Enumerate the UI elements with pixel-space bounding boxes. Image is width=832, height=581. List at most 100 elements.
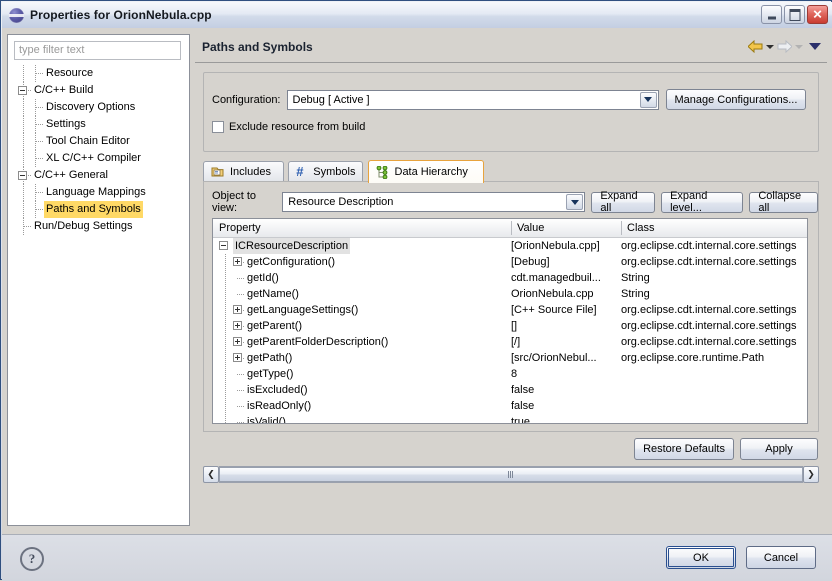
cell-property: getName() xyxy=(213,286,511,302)
help-question-icon[interactable]: ? xyxy=(20,547,44,571)
row-expand-icon[interactable] xyxy=(233,257,242,266)
tree-gutter xyxy=(12,116,44,133)
row-expand-icon[interactable] xyxy=(233,353,242,362)
cell-class: org.eclipse.cdt.internal.core.settings xyxy=(621,256,797,268)
row-expand-icon[interactable] xyxy=(233,321,242,330)
minimize-button[interactable] xyxy=(761,5,782,24)
configuration-group: Configuration: Debug [ Active ] Manage C… xyxy=(203,72,819,152)
horizontal-scrollbar[interactable]: ❮ ❯ xyxy=(203,466,819,483)
column-header-value[interactable]: Value xyxy=(511,219,621,237)
object-to-view-combo[interactable]: Resource Description xyxy=(282,192,586,212)
table-row[interactable]: ICResourceDescription [OrionNebula.cpp] or… xyxy=(213,238,807,254)
eclipse-sphere-icon xyxy=(9,7,24,23)
scroll-left-icon[interactable]: ❮ xyxy=(203,466,219,483)
sidebar-item-resource[interactable]: Resource xyxy=(12,65,188,82)
tree-collapse-icon[interactable] xyxy=(18,86,27,95)
property-label: getParentFolderDescription() xyxy=(247,336,389,348)
dialog-footer: ? OK Cancel xyxy=(2,534,832,581)
sidebar-item-label: XL C/C++ Compiler xyxy=(46,152,141,164)
scrollbar-thumb[interactable] xyxy=(219,467,803,482)
filter-input[interactable]: type filter text xyxy=(14,41,181,60)
collapse-all-button[interactable]: Collapse all xyxy=(749,190,818,214)
sidebar-item-discovery-options[interactable]: Discovery Options xyxy=(12,99,188,116)
tree-gutter xyxy=(12,65,44,82)
configuration-row: Configuration: Debug [ Active ] Manage C… xyxy=(212,89,807,110)
sidebar-item-label: Resource xyxy=(46,67,94,79)
cell-value: cdt.managedbuil... xyxy=(511,272,601,284)
configuration-combo[interactable]: Debug [ Active ] xyxy=(286,89,659,110)
configuration-value: Debug [ Active ] xyxy=(292,93,370,106)
cell-property: getParentFolderDescription() xyxy=(213,334,511,350)
back-history-caret-icon[interactable] xyxy=(766,44,774,49)
restore-defaults-button[interactable]: Restore Defaults xyxy=(634,438,734,460)
sidebar-item-run-debug-settings[interactable]: Run/Debug Settings xyxy=(12,218,188,235)
cancel-button[interactable]: Cancel xyxy=(746,546,816,569)
row-collapse-icon[interactable] xyxy=(219,241,228,250)
table-row[interactable]: getType() 8 xyxy=(213,366,807,382)
object-to-view-value: Resource Description xyxy=(288,196,394,208)
scroll-right-icon[interactable]: ❯ xyxy=(803,466,819,483)
scrollbar-track[interactable] xyxy=(219,466,803,483)
sidebar-item-settings[interactable]: Settings xyxy=(12,116,188,133)
table-row[interactable]: getConfiguration() [Debug] org.eclipse.cdt… xyxy=(213,254,807,270)
tree-gutter xyxy=(12,201,44,218)
tree-gutter xyxy=(12,133,44,150)
table-row[interactable]: getParentFolderDescription() [/] org.eclip… xyxy=(213,334,807,350)
column-header-property[interactable]: Property xyxy=(213,219,511,237)
maximize-button[interactable] xyxy=(784,5,805,24)
page-action-buttons: Restore Defaults Apply xyxy=(634,438,818,460)
sidebar-item-label: Paths and Symbols xyxy=(44,201,143,218)
sidebar-item-c-c-general[interactable]: C/C++ General xyxy=(12,167,188,184)
hash-symbols-icon: # xyxy=(296,164,304,179)
cell-value: 8 xyxy=(511,368,518,380)
table-row[interactable]: getId() cdt.managedbuil... String xyxy=(213,270,807,286)
tree-gutter xyxy=(213,254,247,270)
data-hierarchy-panel: Object to view: Resource Description Exp… xyxy=(203,181,819,432)
sidebar-item-language-mappings[interactable]: Language Mappings xyxy=(12,184,188,201)
dialog-body: type filter text Resource C/C++ Build Disc… xyxy=(2,28,832,534)
table-row[interactable]: getName() OrionNebula.cpp String xyxy=(213,286,807,302)
back-arrow-icon[interactable] xyxy=(748,40,763,53)
row-expand-icon[interactable] xyxy=(233,305,242,314)
cell-class: org.eclipse.cdt.internal.core.settings xyxy=(621,240,797,252)
tab-includes[interactable]: Includes xyxy=(203,161,285,182)
sidebar-item-xl-c-c-compiler[interactable]: XL C/C++ Compiler xyxy=(12,150,188,167)
table-row[interactable]: getParent() [] org.eclipse.cdt.internal.co… xyxy=(213,318,807,334)
tab-data-hierarchy[interactable]: Data Hierarchy xyxy=(367,160,485,183)
table-row[interactable]: isReadOnly() false xyxy=(213,398,807,414)
close-button[interactable]: ✕ xyxy=(807,5,828,24)
sidebar-item-label: Language Mappings xyxy=(46,186,146,198)
tab-symbols[interactable]: # Symbols xyxy=(288,161,364,182)
cell-property: ICResourceDescription xyxy=(213,238,511,254)
sidebar-item-label: C/C++ General xyxy=(34,169,108,181)
cell-property: isReadOnly() xyxy=(213,398,511,414)
chevron-down-icon[interactable] xyxy=(566,194,584,210)
tree-gutter xyxy=(213,270,247,286)
cell-value: false xyxy=(511,400,535,412)
expand-level-button[interactable]: Expand level... xyxy=(661,190,744,214)
cell-value: [Debug] xyxy=(511,256,550,268)
exclude-resource-checkbox[interactable] xyxy=(212,121,224,133)
chevron-down-icon[interactable] xyxy=(639,91,657,108)
cell-value: OrionNebula.cpp xyxy=(511,288,594,300)
row-expand-icon[interactable] xyxy=(233,337,242,346)
column-header-class[interactable]: Class xyxy=(621,219,807,237)
property-label: getConfiguration() xyxy=(247,256,336,268)
table-row[interactable]: isValid() true xyxy=(213,414,807,423)
view-menu-caret-icon[interactable] xyxy=(809,43,821,50)
table-row[interactable]: getLanguageSettings() [C++ Source File] or… xyxy=(213,302,807,318)
ok-button[interactable]: OK xyxy=(666,546,736,569)
exclude-resource-row[interactable]: Exclude resource from build xyxy=(212,121,365,133)
expand-all-button[interactable]: Expand all xyxy=(591,190,656,214)
tree-collapse-icon[interactable] xyxy=(18,171,27,180)
sidebar-item-c-c-build[interactable]: C/C++ Build xyxy=(12,82,188,99)
table-row[interactable]: getPath() [src/OrionNebul... org.eclipse.c… xyxy=(213,350,807,366)
sidebar-item-paths-and-symbols[interactable]: Paths and Symbols xyxy=(12,201,188,218)
manage-configurations-button[interactable]: Manage Configurations... xyxy=(665,89,807,110)
cell-class: org.eclipse.core.runtime.Path xyxy=(621,352,765,364)
apply-button[interactable]: Apply xyxy=(740,438,818,460)
sidebar-item-tool-chain-editor[interactable]: Tool Chain Editor xyxy=(12,133,188,150)
table-row[interactable]: isExcluded() false xyxy=(213,382,807,398)
tab-label: Symbols xyxy=(313,166,356,178)
footer-buttons: OK Cancel xyxy=(666,546,816,569)
